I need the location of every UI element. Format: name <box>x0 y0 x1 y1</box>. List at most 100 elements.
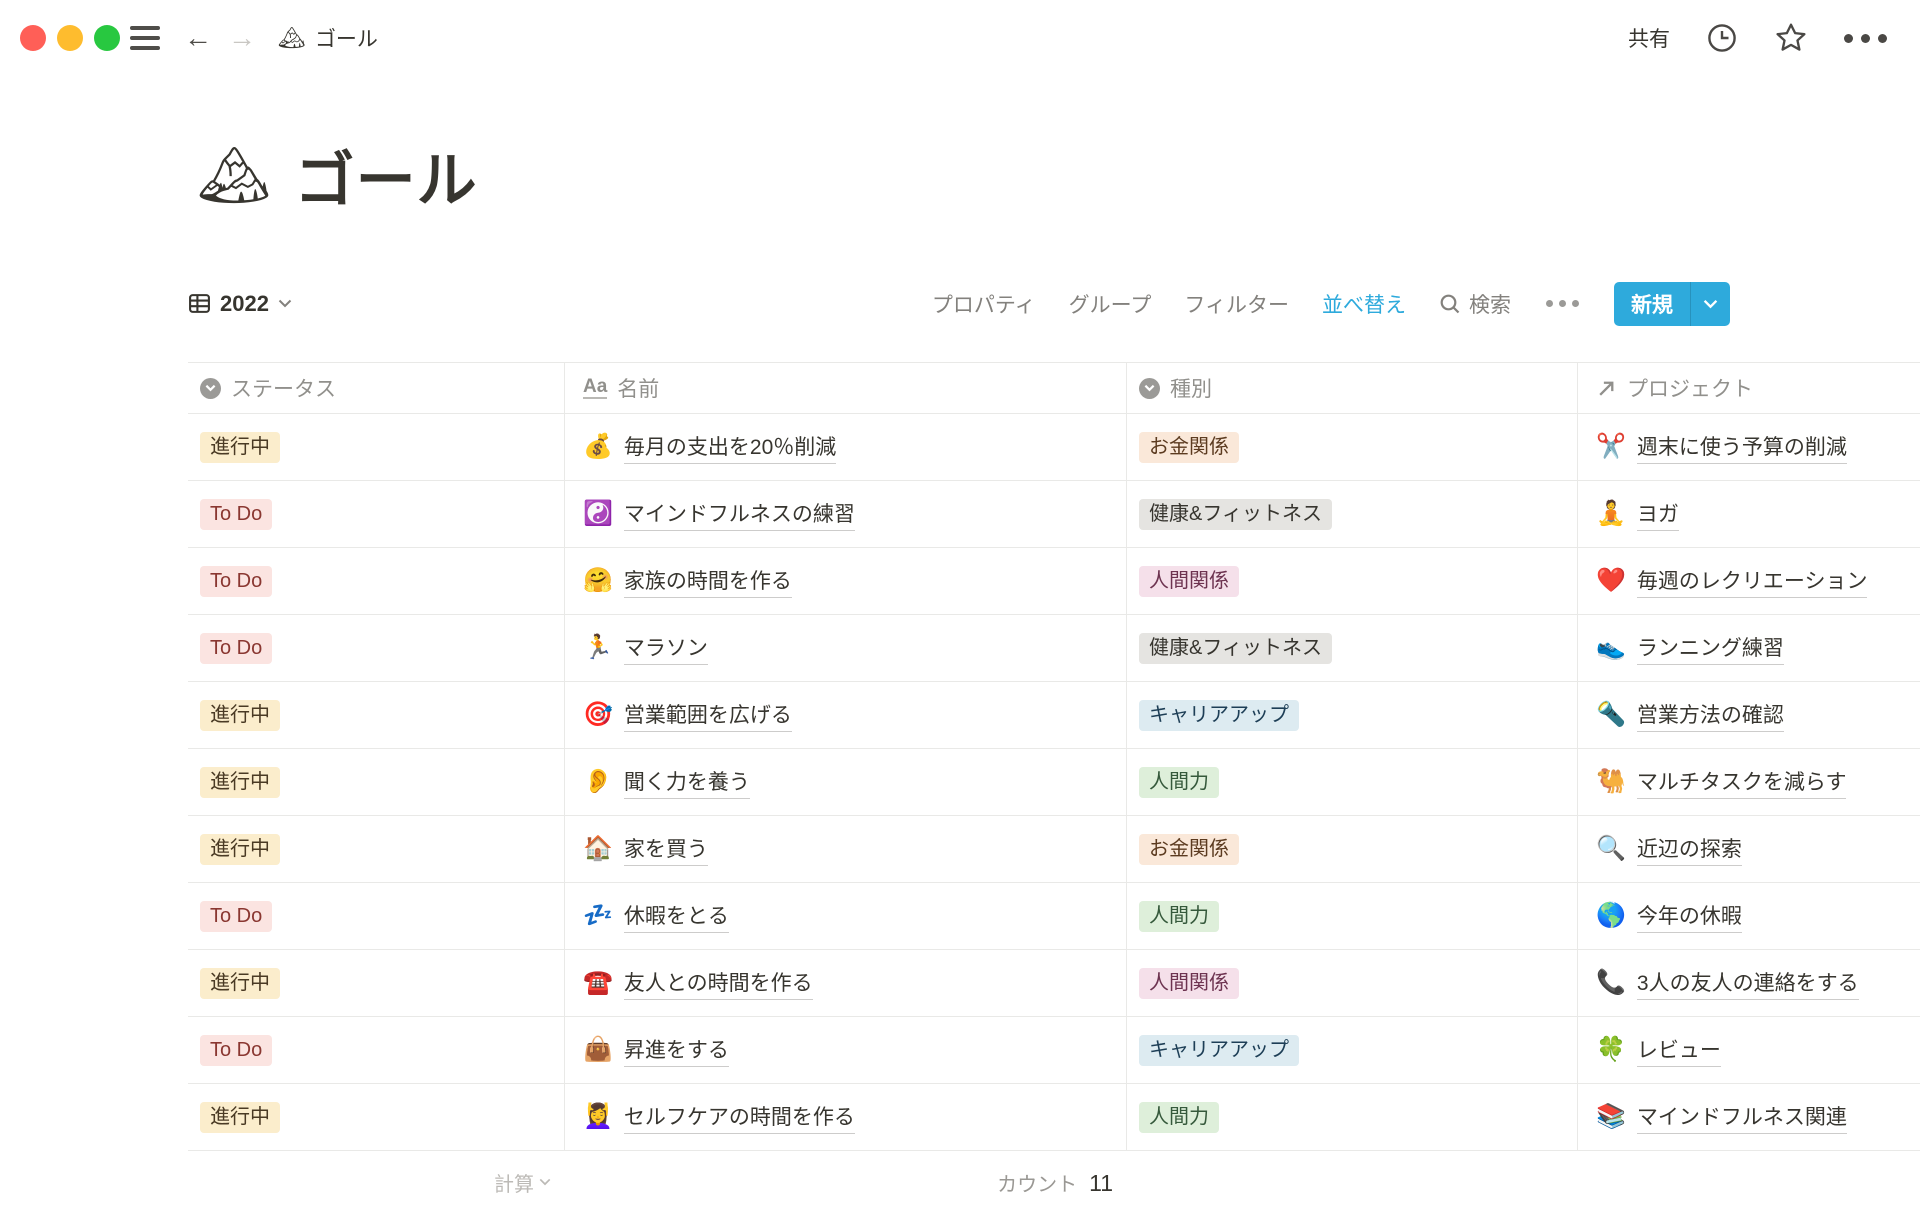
type-cell[interactable]: キャリアアップ <box>1127 682 1578 748</box>
breadcrumb-page-title: ゴール <box>315 23 378 53</box>
goal-page-link[interactable]: 昇進をする <box>624 1034 729 1067</box>
status-cell[interactable]: 進行中 <box>188 682 565 748</box>
name-cell[interactable]: 🎯 営業範囲を広げる <box>565 682 1127 748</box>
new-button[interactable]: 新規 <box>1614 282 1690 326</box>
type-cell[interactable]: 人間関係 <box>1127 950 1578 1016</box>
type-cell[interactable]: 健康&フィットネス <box>1127 481 1578 547</box>
type-cell[interactable]: お金関係 <box>1127 816 1578 882</box>
back-icon[interactable]: ← <box>184 24 212 52</box>
status-cell[interactable]: To Do <box>188 481 565 547</box>
project-cell[interactable]: 🌎 今年の休暇 <box>1578 883 1920 949</box>
share-button[interactable]: 共有 <box>1628 23 1670 53</box>
column-header-project[interactable]: プロジェクト <box>1578 363 1920 413</box>
name-cell[interactable]: 💤 休暇をとる <box>565 883 1127 949</box>
name-cell[interactable]: 👂 聞く力を養う <box>565 749 1127 815</box>
search-button[interactable]: 検索 <box>1439 289 1511 319</box>
calculate-button[interactable]: 計算 <box>494 1168 565 1197</box>
project-cell[interactable]: 🍀 レビュー <box>1578 1017 1920 1083</box>
goal-page-link[interactable]: 営業範囲を広げる <box>624 699 792 732</box>
project-page-link[interactable]: 近辺の探索 <box>1637 833 1742 866</box>
status-cell[interactable]: To Do <box>188 615 565 681</box>
project-page-link[interactable]: レビュー <box>1637 1034 1721 1067</box>
status-cell[interactable]: 進行中 <box>188 816 565 882</box>
type-cell[interactable]: 人間力 <box>1127 883 1578 949</box>
project-cell[interactable]: 📚 マインドフルネス関連 <box>1578 1084 1920 1150</box>
type-cell[interactable]: 人間関係 <box>1127 548 1578 614</box>
status-cell[interactable]: To Do <box>188 1017 565 1083</box>
filter-button[interactable]: フィルター <box>1184 289 1289 319</box>
type-cell[interactable]: 健康&フィットネス <box>1127 615 1578 681</box>
status-cell[interactable]: To Do <box>188 548 565 614</box>
type-cell[interactable]: 人間力 <box>1127 1084 1578 1150</box>
project-page-link[interactable]: マインドフルネス関連 <box>1637 1101 1847 1134</box>
type-cell[interactable]: お金関係 <box>1127 414 1578 480</box>
column-header-type[interactable]: 種別 <box>1127 363 1578 413</box>
column-header-name[interactable]: Aa 名前 <box>565 363 1127 413</box>
goal-emoji: 🎯 <box>583 703 613 727</box>
minimize-button[interactable] <box>57 25 83 51</box>
project-page-link[interactable]: 今年の休暇 <box>1637 900 1742 933</box>
goal-page-link[interactable]: 毎月の支出を20％削減 <box>624 431 836 464</box>
project-cell[interactable]: 🐫 マルチタスクを減らす <box>1578 749 1920 815</box>
project-cell[interactable]: ✂️ 週末に使う予算の削減 <box>1578 414 1920 480</box>
name-cell[interactable]: 🏠 家を買う <box>565 816 1127 882</box>
favorite-star-icon[interactable] <box>1774 21 1808 55</box>
new-dropdown-button[interactable] <box>1690 282 1730 326</box>
project-cell[interactable]: 🔍 近辺の探索 <box>1578 816 1920 882</box>
page-emoji[interactable]: 🏔 <box>197 147 271 205</box>
project-cell[interactable]: 🧘 ヨガ <box>1578 481 1920 547</box>
project-cell[interactable]: 👟 ランニング練習 <box>1578 615 1920 681</box>
properties-button[interactable]: プロパティ <box>932 289 1036 319</box>
project-page-link[interactable]: 営業方法の確認 <box>1637 699 1784 732</box>
status-cell[interactable]: 進行中 <box>188 414 565 480</box>
view-selector[interactable]: 2022 <box>188 291 292 317</box>
close-button[interactable] <box>20 25 46 51</box>
table-footer: 計算 カウント 11 <box>188 1151 1920 1213</box>
name-cell[interactable]: ☎️ 友人との時間を作る <box>565 950 1127 1016</box>
project-page-link[interactable]: 3人の友人の連絡をする <box>1637 967 1859 1000</box>
name-cell[interactable]: ☯️ マインドフルネスの練習 <box>565 481 1127 547</box>
name-cell[interactable]: 🏃 マラソン <box>565 615 1127 681</box>
type-tag: キャリアアップ <box>1139 700 1299 731</box>
column-header-status[interactable]: ステータス <box>188 363 565 413</box>
name-cell[interactable]: 💰 毎月の支出を20％削減 <box>565 414 1127 480</box>
goal-page-link[interactable]: 休暇をとる <box>624 900 729 933</box>
type-cell[interactable]: 人間力 <box>1127 749 1578 815</box>
goal-page-link[interactable]: 友人との時間を作る <box>624 967 813 1000</box>
name-cell[interactable]: 🤗 家族の時間を作る <box>565 548 1127 614</box>
project-page-link[interactable]: 毎週のレクリエーション <box>1637 565 1868 598</box>
name-cell[interactable]: 💆‍♀️ セルフケアの時間を作る <box>565 1084 1127 1150</box>
sidebar-toggle-icon[interactable] <box>130 26 160 50</box>
forward-icon[interactable]: → <box>228 24 256 52</box>
zoom-button[interactable] <box>94 25 120 51</box>
type-cell[interactable]: キャリアアップ <box>1127 1017 1578 1083</box>
breadcrumb[interactable]: 🏔 ゴール <box>278 23 378 53</box>
project-cell[interactable]: 📞 3人の友人の連絡をする <box>1578 950 1920 1016</box>
status-tag: 進行中 <box>200 767 280 798</box>
status-cell[interactable]: To Do <box>188 883 565 949</box>
goal-page-link[interactable]: 家を買う <box>624 833 708 866</box>
sort-button[interactable]: 並べ替え <box>1322 289 1406 319</box>
project-cell[interactable]: 🔦 営業方法の確認 <box>1578 682 1920 748</box>
goal-page-link[interactable]: 家族の時間を作る <box>624 565 792 598</box>
page-title[interactable]: ゴール <box>295 132 478 219</box>
name-cell[interactable]: 👜 昇進をする <box>565 1017 1127 1083</box>
project-page-link[interactable]: マルチタスクを減らす <box>1637 766 1847 799</box>
count-calculation[interactable]: カウント 11 <box>997 1168 1127 1197</box>
more-options-icon[interactable] <box>1844 34 1887 43</box>
status-cell[interactable]: 進行中 <box>188 950 565 1016</box>
goal-page-link[interactable]: 聞く力を養う <box>624 766 750 799</box>
project-emoji: ❤️ <box>1596 569 1626 593</box>
project-page-link[interactable]: 週末に使う予算の削減 <box>1637 431 1847 464</box>
project-page-link[interactable]: ヨガ <box>1637 498 1679 531</box>
project-page-link[interactable]: ランニング練習 <box>1637 632 1784 665</box>
status-cell[interactable]: 進行中 <box>188 1084 565 1150</box>
goal-page-link[interactable]: セルフケアの時間を作る <box>624 1101 855 1134</box>
view-more-options-icon[interactable] <box>1544 300 1581 307</box>
project-cell[interactable]: ❤️ 毎週のレクリエーション <box>1578 548 1920 614</box>
updates-clock-icon[interactable] <box>1706 22 1738 54</box>
group-button[interactable]: グループ <box>1069 289 1152 319</box>
status-cell[interactable]: 進行中 <box>188 749 565 815</box>
goal-page-link[interactable]: マラソン <box>624 632 708 665</box>
goal-page-link[interactable]: マインドフルネスの練習 <box>624 498 855 531</box>
